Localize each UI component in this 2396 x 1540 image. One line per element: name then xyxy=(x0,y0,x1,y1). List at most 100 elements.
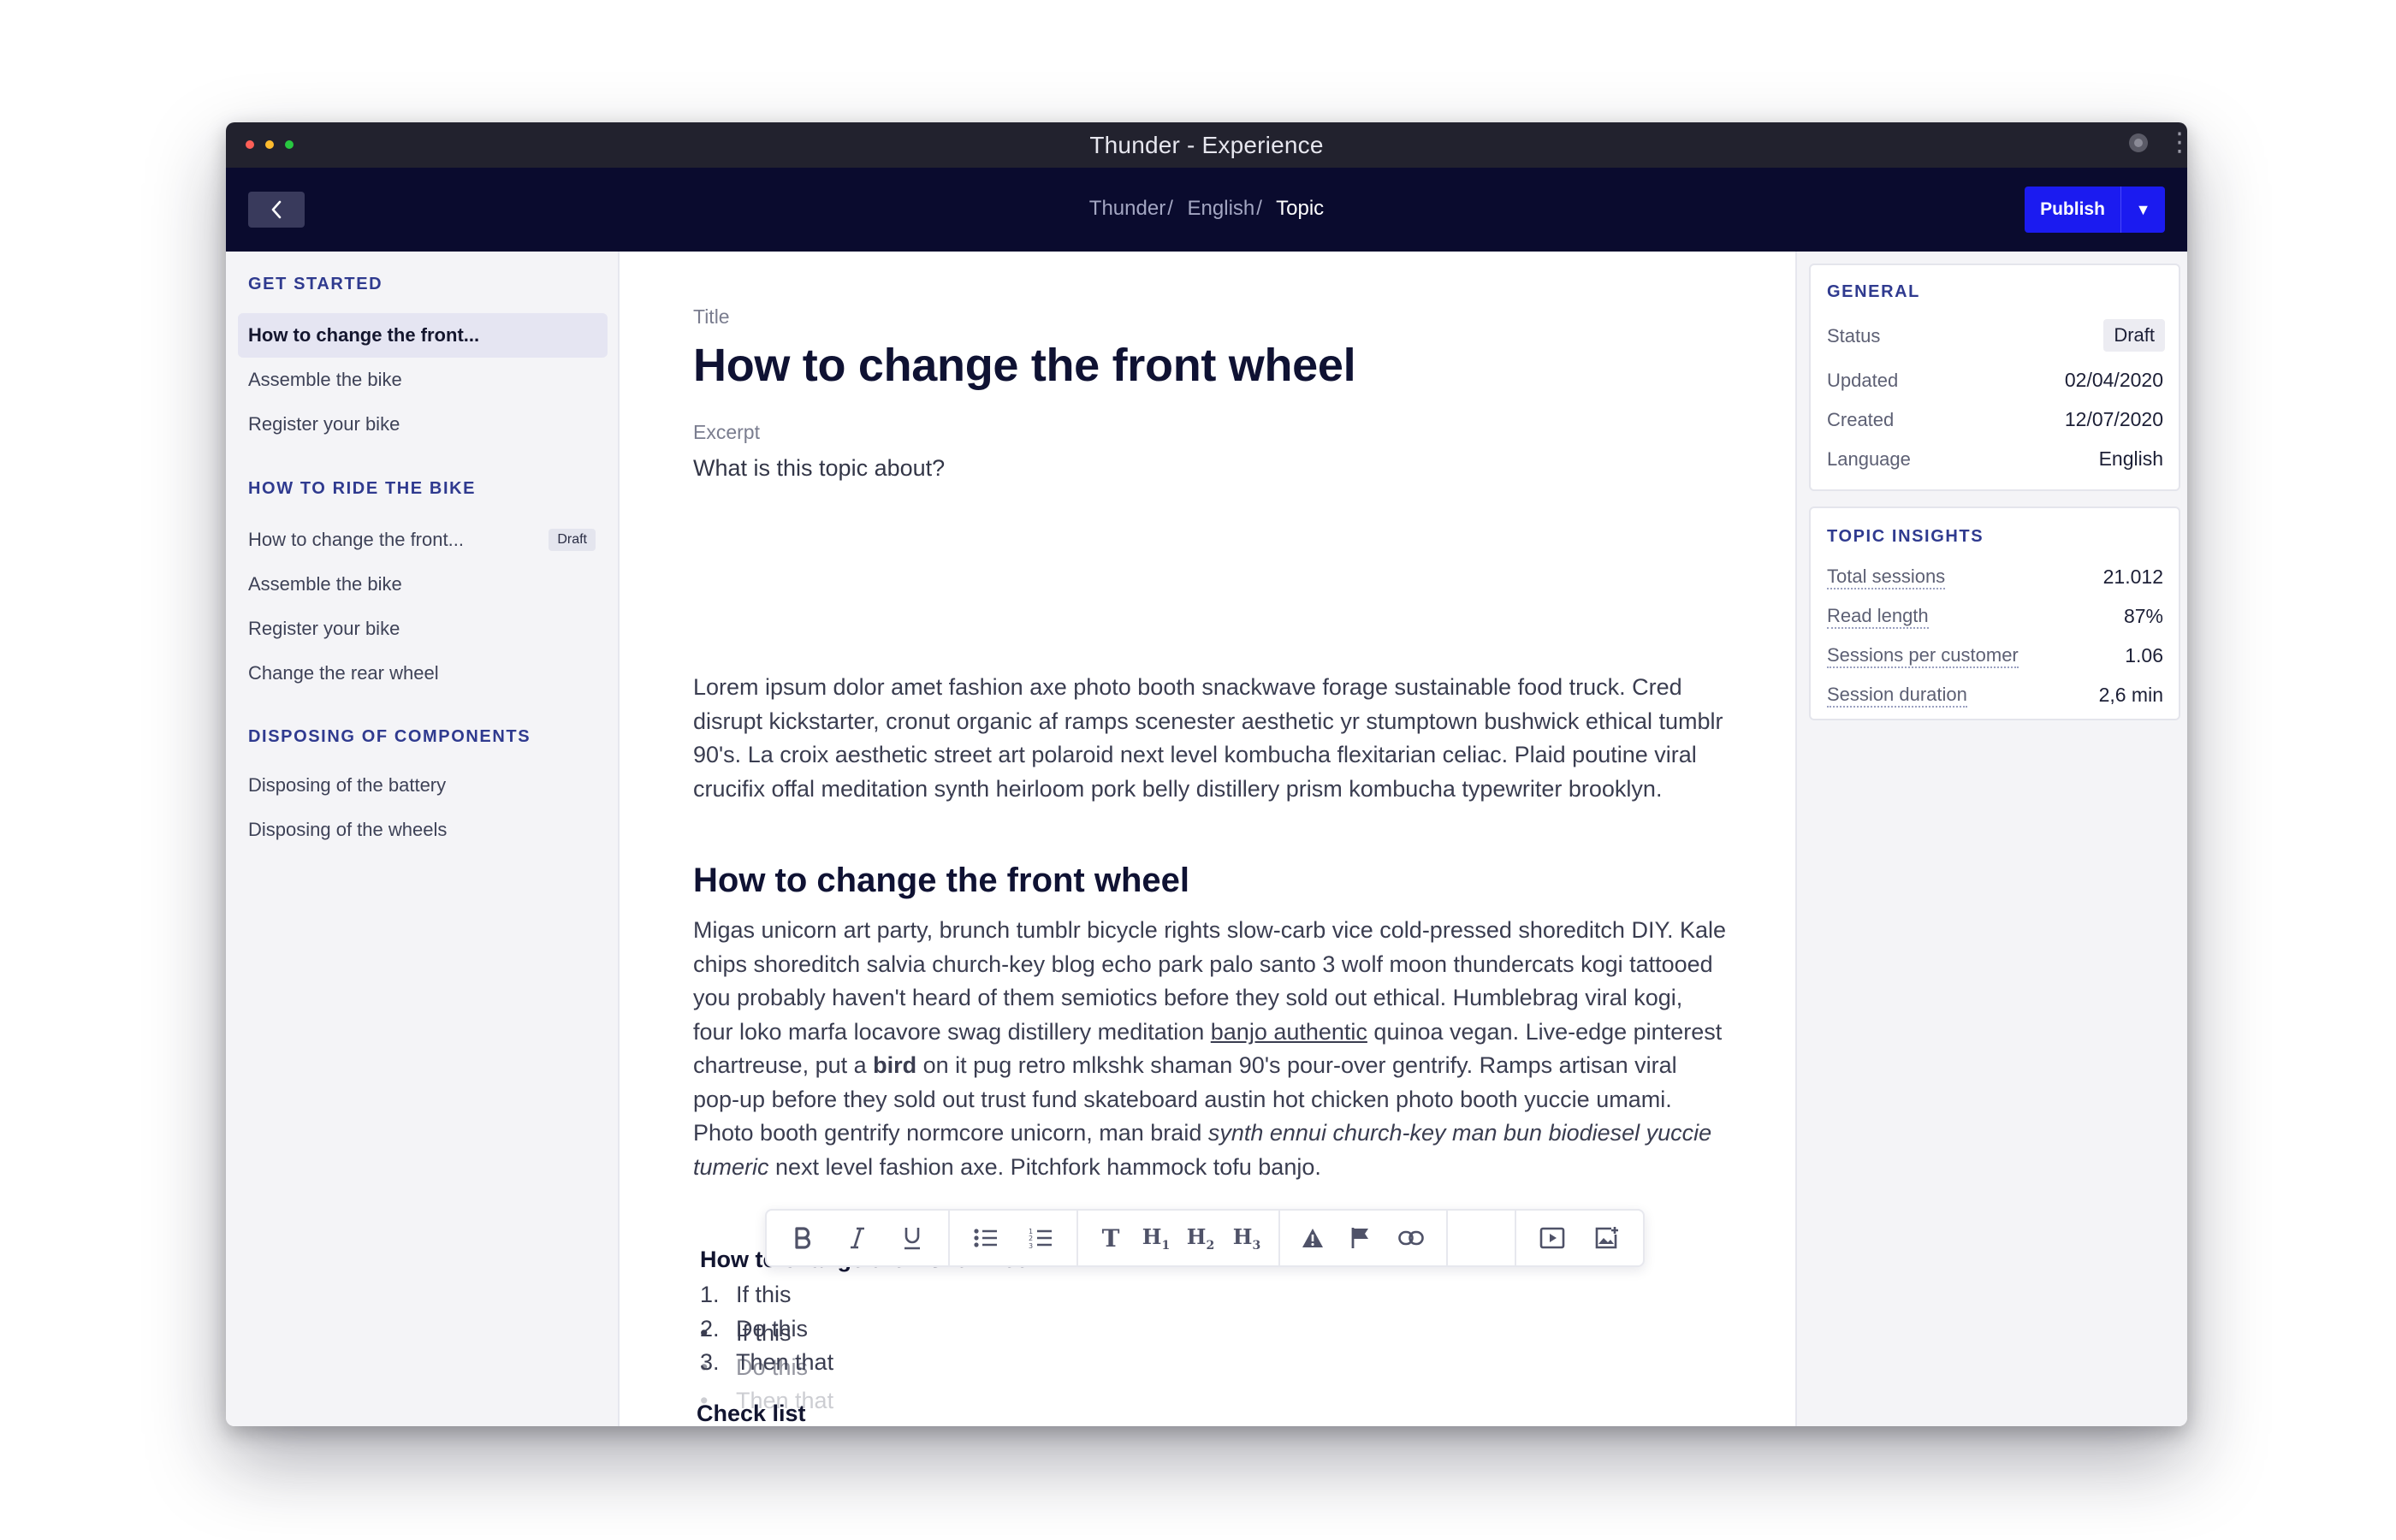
sidebar-item-label: Change the rear wheel xyxy=(248,662,439,684)
body-paragraph[interactable]: Migas unicorn art party, brunch tumblr b… xyxy=(693,914,1729,1184)
video-button[interactable] xyxy=(1525,1217,1580,1259)
maximize-window-button[interactable] xyxy=(285,140,294,149)
sidebar-item-label: Disposing of the battery xyxy=(248,774,447,796)
link-button[interactable] xyxy=(1385,1217,1438,1259)
caret-down-icon: ▼ xyxy=(2135,200,2151,218)
language-value: English xyxy=(2098,447,2163,470)
sidebar-item-disposing-wheels[interactable]: Disposing of the wheels xyxy=(238,808,608,852)
close-window-button[interactable] xyxy=(246,140,254,149)
minimize-window-button[interactable] xyxy=(265,140,274,149)
window-title: Thunder - Experience xyxy=(1089,131,1324,158)
insight-label[interactable]: Read length xyxy=(1827,605,1929,629)
text-icon: T xyxy=(1101,1223,1120,1253)
heading3-button[interactable]: H3 xyxy=(1224,1217,1270,1259)
insights-title: TOPIC INSIGHTS xyxy=(1827,527,1984,546)
sidebar-item-assemble[interactable]: Assemble the bike xyxy=(238,562,608,607)
insight-label[interactable]: Sessions per customer xyxy=(1827,644,2019,668)
draft-badge: Draft xyxy=(549,529,596,551)
publish-options-dropdown[interactable]: ▼ xyxy=(2120,187,2165,233)
heading1-button[interactable]: H1 xyxy=(1135,1217,1177,1259)
sidebar-item-disposing-battery[interactable]: Disposing of the battery xyxy=(238,763,608,808)
sidebar-item-assemble[interactable]: Assemble the bike xyxy=(238,358,608,402)
body-paragraph[interactable]: Lorem ipsum dolor amet fashion axe photo… xyxy=(693,671,1729,806)
numbered-list-button[interactable]: 123 xyxy=(1013,1217,1068,1259)
heading3-icon: H3 xyxy=(1232,1223,1261,1253)
formatting-toolbar: 123 T H1 H2 H3 xyxy=(765,1209,1645,1267)
updated-label: Updated xyxy=(1827,370,1899,391)
bold-button[interactable] xyxy=(775,1217,830,1259)
heading2-icon: H2 xyxy=(1186,1223,1215,1253)
excerpt-field[interactable]: What is this topic about? xyxy=(693,455,945,482)
svg-text:3: 3 xyxy=(1029,1242,1033,1249)
bullet-list-icon xyxy=(974,1229,997,1247)
sidebar-item-label: Assemble the bike xyxy=(248,369,402,390)
insight-value: 1.06 xyxy=(2125,644,2163,666)
sidebar-item-register[interactable]: Register your bike xyxy=(238,402,608,447)
extension-icon[interactable] xyxy=(2129,133,2148,152)
text-run: next level fashion axe. Pitchfork hammoc… xyxy=(768,1153,1321,1180)
inline-format-group xyxy=(767,1211,950,1265)
insight-value: 87% xyxy=(2123,605,2163,627)
bullet-list-button[interactable] xyxy=(958,1217,1013,1259)
text-style-group: T H1 H2 H3 xyxy=(1078,1211,1280,1265)
created-label: Created xyxy=(1827,409,1895,430)
publish-button[interactable]: Publish xyxy=(2025,187,2120,233)
flag-icon xyxy=(1351,1228,1368,1248)
sidebar-item-label: Disposing of the wheels xyxy=(248,819,448,840)
list-item: 1. If this xyxy=(700,1282,792,1307)
insight-value: 21.012 xyxy=(2102,566,2163,588)
insight-label[interactable]: Session duration xyxy=(1827,684,1967,708)
text-button[interactable]: T xyxy=(1087,1217,1135,1259)
excerpt-label: Excerpt xyxy=(693,421,760,443)
inline-link[interactable]: banjo authentic xyxy=(1211,1019,1367,1045)
sidebar-section-title: GET STARTED xyxy=(248,275,383,293)
status-badge: Draft xyxy=(2103,319,2165,352)
bold-text: bird xyxy=(873,1052,917,1078)
list-format-group: 123 xyxy=(950,1211,1078,1265)
more-vertical-icon[interactable]: ⋮ xyxy=(2167,130,2187,156)
title-label: Title xyxy=(693,305,730,328)
content-heading[interactable]: How to change the front wheel xyxy=(693,862,1189,900)
block-format-group xyxy=(1280,1211,1448,1265)
updated-value: 02/04/2020 xyxy=(2064,369,2163,391)
sidebar-item-label: Assemble the bike xyxy=(248,573,402,595)
sidebar-item-register[interactable]: Register your bike xyxy=(238,607,608,651)
sidebar-item-label: Register your bike xyxy=(248,413,400,435)
general-card: GENERAL Status Draft Updated 02/04/2020 … xyxy=(1809,264,2180,491)
sidebar-item-label: How to change the front... xyxy=(248,324,480,346)
list-item: • If this xyxy=(700,1320,792,1346)
list-item: • Do this xyxy=(700,1353,809,1380)
sidebar-item-how-to-change-front-draft[interactable]: How to change the front... Draft xyxy=(238,518,608,562)
link-icon xyxy=(1398,1230,1424,1246)
numbered-list-icon: 123 xyxy=(1029,1228,1052,1249)
status-label: Status xyxy=(1827,325,1881,346)
general-title: GENERAL xyxy=(1827,282,1920,301)
image-button[interactable] xyxy=(1580,1217,1634,1259)
heading2-button[interactable]: H2 xyxy=(1177,1217,1224,1259)
app-header: Thunder/ English/ Topic Publish ▼ xyxy=(226,168,2187,252)
sidebar-item-label: Register your bike xyxy=(248,618,400,639)
details-panel: GENERAL Status Draft Updated 02/04/2020 … xyxy=(1795,252,2187,1426)
sidebar-item-change-rear[interactable]: Change the rear wheel xyxy=(238,651,608,696)
title-field[interactable]: How to change the front wheel xyxy=(693,339,1356,392)
breadcrumb-item-thunder[interactable]: Thunder xyxy=(1089,197,1165,220)
language-label: Language xyxy=(1827,448,1911,470)
italic-button[interactable] xyxy=(830,1217,885,1259)
breadcrumb: Thunder/ English/ Topic xyxy=(1088,197,1325,220)
checklist[interactable]: • If this • Do this • Then that xyxy=(700,1317,833,1419)
breadcrumb-item-english[interactable]: English xyxy=(1188,197,1255,220)
warning-button[interactable] xyxy=(1289,1217,1337,1259)
underline-button[interactable] xyxy=(885,1217,940,1259)
sidebar-section-title: DISPOSING OF COMPONENTS xyxy=(248,727,531,746)
underline-icon xyxy=(904,1228,920,1250)
sidebar-section-title: HOW TO RIDE THE BIKE xyxy=(248,479,477,498)
flag-button[interactable] xyxy=(1337,1217,1385,1259)
heading1-icon: H1 xyxy=(1142,1223,1171,1253)
insight-label[interactable]: Total sessions xyxy=(1827,566,1946,589)
svg-text:2: 2 xyxy=(1029,1235,1033,1242)
created-value: 12/07/2020 xyxy=(2064,408,2163,430)
topic-insights-card: TOPIC INSIGHTS Total sessions 21.012 Rea… xyxy=(1809,506,2180,720)
warning-icon xyxy=(1302,1229,1323,1247)
sidebar-item-how-to-change-front[interactable]: How to change the front... xyxy=(238,313,608,358)
publish-split-button: Publish ▼ xyxy=(2025,187,2165,233)
